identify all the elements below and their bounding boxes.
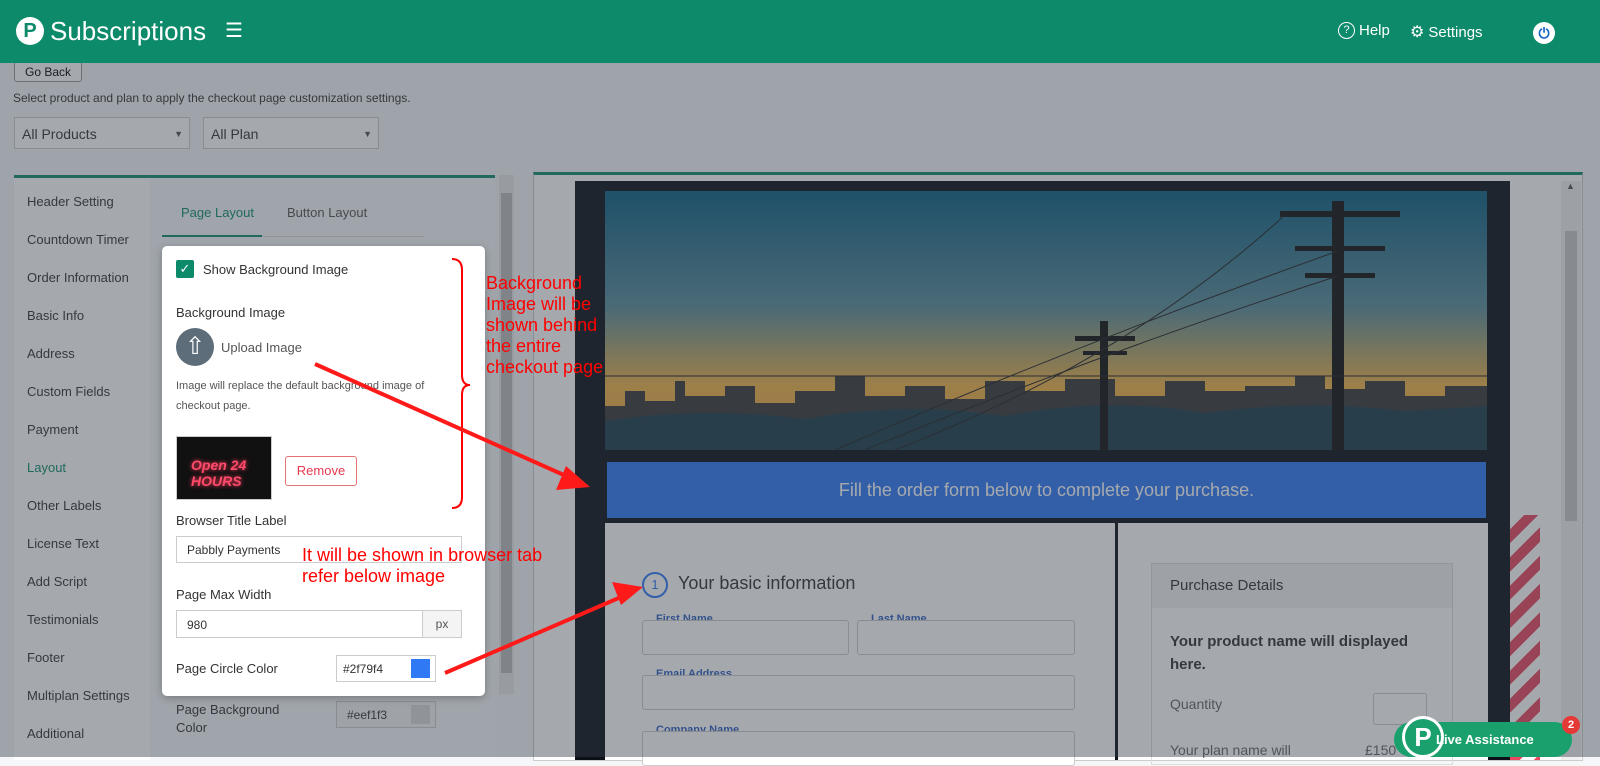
section-title: Your basic information [678,573,856,593]
settings-sidebar: Header Setting Countdown Timer Order Inf… [14,175,150,760]
product-select-value: All Products [22,126,97,142]
page-bg-color-label: Page Background Color [176,702,280,735]
remove-image-button[interactable]: Remove [285,456,357,486]
page-bg-color-input[interactable]: #eef1f3 [336,701,436,728]
scrollbar-thumb[interactable] [501,193,512,673]
sidebar-item-payment[interactable]: Payment [27,422,78,437]
sidebar-item-layout[interactable]: Layout [27,460,66,475]
step-circle: 1 [642,572,668,598]
plan-select[interactable]: All Plan ▼ [203,117,379,149]
layout-settings-card: ✓ Show Background Image Background Image… [162,246,485,696]
browser-title-value: Pabbly Payments [187,543,281,557]
page-circle-color-value: #2f79f4 [343,662,384,676]
product-name: Your product name will displayed here. [1170,633,1409,673]
title-annotation: It will be shown in browser tab refer be… [302,545,543,586]
plan-select-value: All Plan [211,126,259,142]
sidebar-item-header-setting[interactable]: Header Setting [27,194,114,209]
help-icon: ? [1338,22,1355,39]
bg-image-thumbnail: Open 24 HOURS [176,436,272,500]
go-back-button[interactable]: Go Back [14,63,83,82]
basic-info-form: 1 Your basic information First Name Last… [605,523,1115,766]
page-max-width-value: 980 [187,618,208,632]
preview-scrollbar-thumb[interactable] [1565,231,1577,521]
power-icon[interactable]: ⏻ [1533,22,1555,44]
sidebar-item-countdown-timer[interactable]: Countdown Timer [27,232,129,247]
help-label: Help [1359,22,1390,39]
page-circle-color-input[interactable]: #2f79f4 [336,655,436,682]
checkout-preview: Fill the order form below to complete yo… [533,172,1583,766]
bg-annotation: Background Image will be shown behind th… [486,273,604,377]
neon-sign-text: Open 24 HOURS [191,457,247,489]
page-circle-color-label: Page Circle Color [176,661,278,676]
sidebar-item-other-labels[interactable]: Other Labels [27,498,101,513]
live-assistance-button[interactable]: P Live Assistance [1394,716,1572,758]
show-bg-label: Show Background Image [203,262,349,277]
page-hint: Select product and plan to apply the che… [13,91,411,105]
menu-icon[interactable]: ☰ [225,18,243,43]
page-bg-color-swatch[interactable] [411,705,430,724]
last-name-input[interactable] [857,620,1075,655]
caret-down-icon: ▼ [174,129,183,139]
sidebar-item-custom-fields[interactable]: Custom Fields [27,384,110,399]
help-link[interactable]: ? Help [1338,22,1390,39]
preview-scrollbar[interactable]: ▲ [1561,181,1581,760]
browser-title-label: Browser Title Label [176,513,287,528]
email-input[interactable] [642,675,1075,710]
sidebar-item-basic-info[interactable]: Basic Info [27,308,84,323]
page-max-width-unit: px [422,611,461,637]
tab-button-layout[interactable]: Button Layout [287,205,367,220]
settings-link[interactable]: ⚙ Settings [1410,22,1483,42]
sidebar-item-additional[interactable]: Additional [27,726,84,741]
settings-label: Settings [1428,23,1483,41]
settings-scrollbar[interactable] [499,175,514,694]
scroll-up-icon[interactable]: ▲ [1566,181,1575,191]
notification-badge: 2 [1562,716,1580,734]
bg-image-note: Image will replace the default backgroun… [176,380,425,412]
page-max-width-input[interactable]: 980 px [176,610,462,638]
page-circle-color-swatch[interactable] [411,659,430,678]
purchase-details-title: Purchase Details [1152,564,1452,608]
page-bg-color-value: #eef1f3 [347,708,388,722]
first-name-input[interactable] [642,620,849,655]
company-input[interactable] [642,731,1075,766]
gear-icon: ⚙ [1410,24,1425,41]
sidebar-item-multiplan-settings[interactable]: Multiplan Settings [27,688,130,703]
sidebar-item-footer[interactable]: Footer [27,650,65,665]
sidebar-item-license-text[interactable]: License Text [27,536,99,551]
quantity-label: Quantity [1170,696,1223,712]
sidebar-item-testimonials[interactable]: Testimonials [27,612,99,627]
sidebar-item-add-script[interactable]: Add Script [27,574,87,589]
live-assistance-label: Live Assistance [1436,732,1534,747]
plan-price: £150 [1365,742,1397,758]
product-select[interactable]: All Products ▼ [14,117,190,149]
plan-name: Your plan name will [1170,742,1291,758]
app-title: Subscriptions [50,16,207,46]
caret-down-icon: ▼ [363,129,372,139]
sidebar-item-address[interactable]: Address [27,346,75,361]
app-logo-icon[interactable]: P [16,17,44,45]
preview-title-banner: Fill the order form below to complete yo… [607,462,1486,518]
top-bar: P Subscriptions ☰ ? Help ⚙ Settings ⏻ [0,0,1600,63]
tab-active-indicator [162,235,262,237]
preview-header-image [605,191,1487,450]
upload-arrow-icon[interactable]: ⇧ [176,328,214,366]
tab-page-layout[interactable]: Page Layout [181,205,254,220]
sidebar-item-order-information[interactable]: Order Information [27,270,129,285]
page-max-width-label: Page Max Width [176,587,272,602]
show-bg-checkbox[interactable]: ✓ [176,260,194,278]
upload-image-button[interactable]: Upload Image [221,340,302,355]
bg-image-label: Background Image [176,305,286,320]
